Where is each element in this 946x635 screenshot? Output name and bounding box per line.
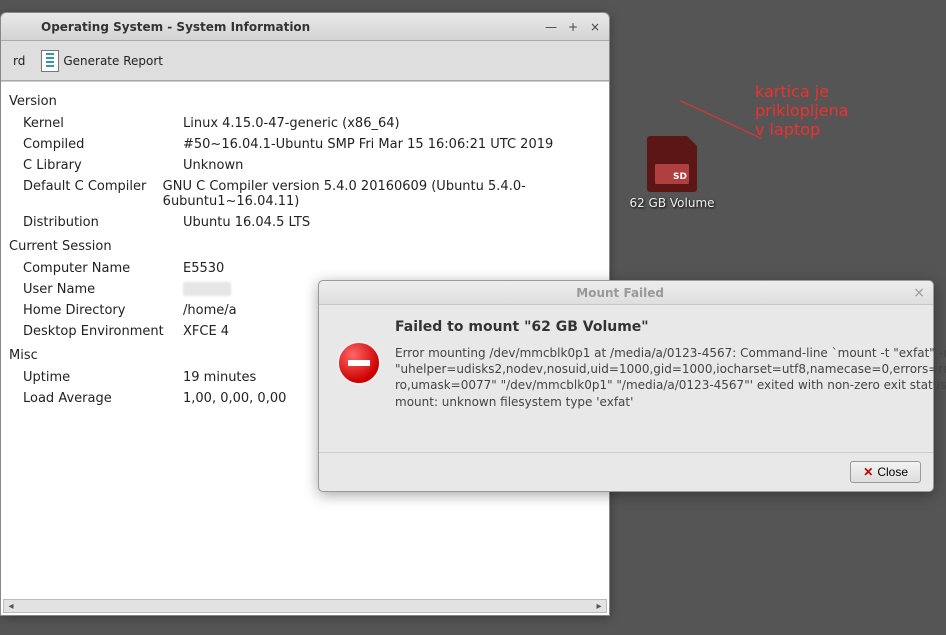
desktop-volume-label: 62 GB Volume xyxy=(612,196,732,210)
mount-failed-dialog: Mount Failed × Failed to mount "62 GB Vo… xyxy=(318,280,934,492)
generate-report-label: Generate Report xyxy=(63,54,163,68)
home-key: Home Directory xyxy=(23,303,183,318)
row-computer-name: Computer Name E5530 xyxy=(9,258,599,279)
de-key: Desktop Environment xyxy=(23,324,183,339)
rd-label: rd xyxy=(13,54,25,68)
kernel-val: Linux 4.15.0-47-generic (x86_64) xyxy=(183,116,400,131)
dialog-close-icon[interactable]: × xyxy=(913,285,925,301)
row-compiled: Compiled #50~16.04.1-Ubuntu SMP Fri Mar … xyxy=(9,134,599,155)
scroll-track[interactable] xyxy=(18,600,592,612)
uptime-key: Uptime xyxy=(23,370,183,385)
de-val: XFCE 4 xyxy=(183,324,229,339)
uname-val-redacted xyxy=(183,282,231,296)
clib-key: C Library xyxy=(23,158,183,173)
load-val: 1,00, 0,00, 0,00 xyxy=(183,391,286,406)
dialog-message: Error mounting /dev/mmcblk0p1 at /media/… xyxy=(395,345,946,410)
uptime-val: 19 minutes xyxy=(183,370,256,385)
clib-val: Unknown xyxy=(183,158,243,173)
sd-badge: SD xyxy=(673,172,687,182)
load-key: Load Average xyxy=(23,391,183,406)
annotation-text: kartica je priklopljena v laptop xyxy=(755,82,849,140)
toolbar: rd Generate Report xyxy=(1,41,609,81)
home-val: /home/a xyxy=(183,303,237,318)
dist-val: Ubuntu 16.04.5 LTS xyxy=(183,215,310,230)
row-compiler: Default C Compiler GNU C Compiler versio… xyxy=(9,176,599,212)
uname-key: User Name xyxy=(23,282,183,297)
scroll-right-arrow[interactable]: ▸ xyxy=(592,600,606,612)
dialog-titlebar[interactable]: Mount Failed × xyxy=(319,281,933,305)
sd-card-icon: SD xyxy=(647,136,697,192)
section-session: Current Session xyxy=(9,239,599,254)
annotation-l2: priklopljena xyxy=(755,101,849,120)
close-button[interactable]: ✕ Close xyxy=(850,461,921,483)
dialog-title: Mount Failed xyxy=(327,286,913,300)
cname-val: E5530 xyxy=(183,261,224,276)
close-x-icon: ✕ xyxy=(863,465,873,479)
error-icon xyxy=(337,341,381,385)
titlebar[interactable]: Operating System - System Information — … xyxy=(1,13,609,41)
annotation-l1: kartica je xyxy=(755,82,849,101)
cname-key: Computer Name xyxy=(23,261,183,276)
maximize-button[interactable]: + xyxy=(565,19,581,35)
row-clibrary: C Library Unknown xyxy=(9,155,599,176)
row-kernel: Kernel Linux 4.15.0-47-generic (x86_64) xyxy=(9,113,599,134)
desktop-volume-icon[interactable]: SD 62 GB Volume xyxy=(612,136,732,210)
compiled-key: Compiled xyxy=(23,137,183,152)
row-distribution: Distribution Ubuntu 16.04.5 LTS xyxy=(9,212,599,233)
report-icon xyxy=(41,50,59,72)
dialog-body: Failed to mount "62 GB Volume" Error mou… xyxy=(319,305,933,452)
section-version: Version xyxy=(9,94,599,109)
dialog-heading: Failed to mount "62 GB Volume" xyxy=(395,319,946,335)
minimize-button[interactable]: — xyxy=(543,19,559,35)
close-label: Close xyxy=(877,465,908,479)
annotation-l3: v laptop xyxy=(755,120,849,139)
generate-report-button[interactable]: Generate Report xyxy=(37,48,167,74)
horizontal-scrollbar[interactable]: ◂ ▸ xyxy=(3,599,607,613)
compiled-val: #50~16.04.1-Ubuntu SMP Fri Mar 15 16:06:… xyxy=(183,137,553,152)
close-button[interactable]: × xyxy=(587,19,603,35)
kernel-key: Kernel xyxy=(23,116,183,131)
toolbar-rd-button[interactable]: rd xyxy=(9,52,29,70)
dialog-actions: ✕ Close xyxy=(319,452,933,491)
dcc-key: Default C Compiler xyxy=(23,179,163,209)
annotation-line xyxy=(680,100,762,139)
scroll-left-arrow[interactable]: ◂ xyxy=(4,600,18,612)
window-title: Operating System - System Information xyxy=(7,20,543,34)
dcc-val: GNU C Compiler version 5.4.0 20160609 (U… xyxy=(163,179,599,209)
dist-key: Distribution xyxy=(23,215,183,230)
